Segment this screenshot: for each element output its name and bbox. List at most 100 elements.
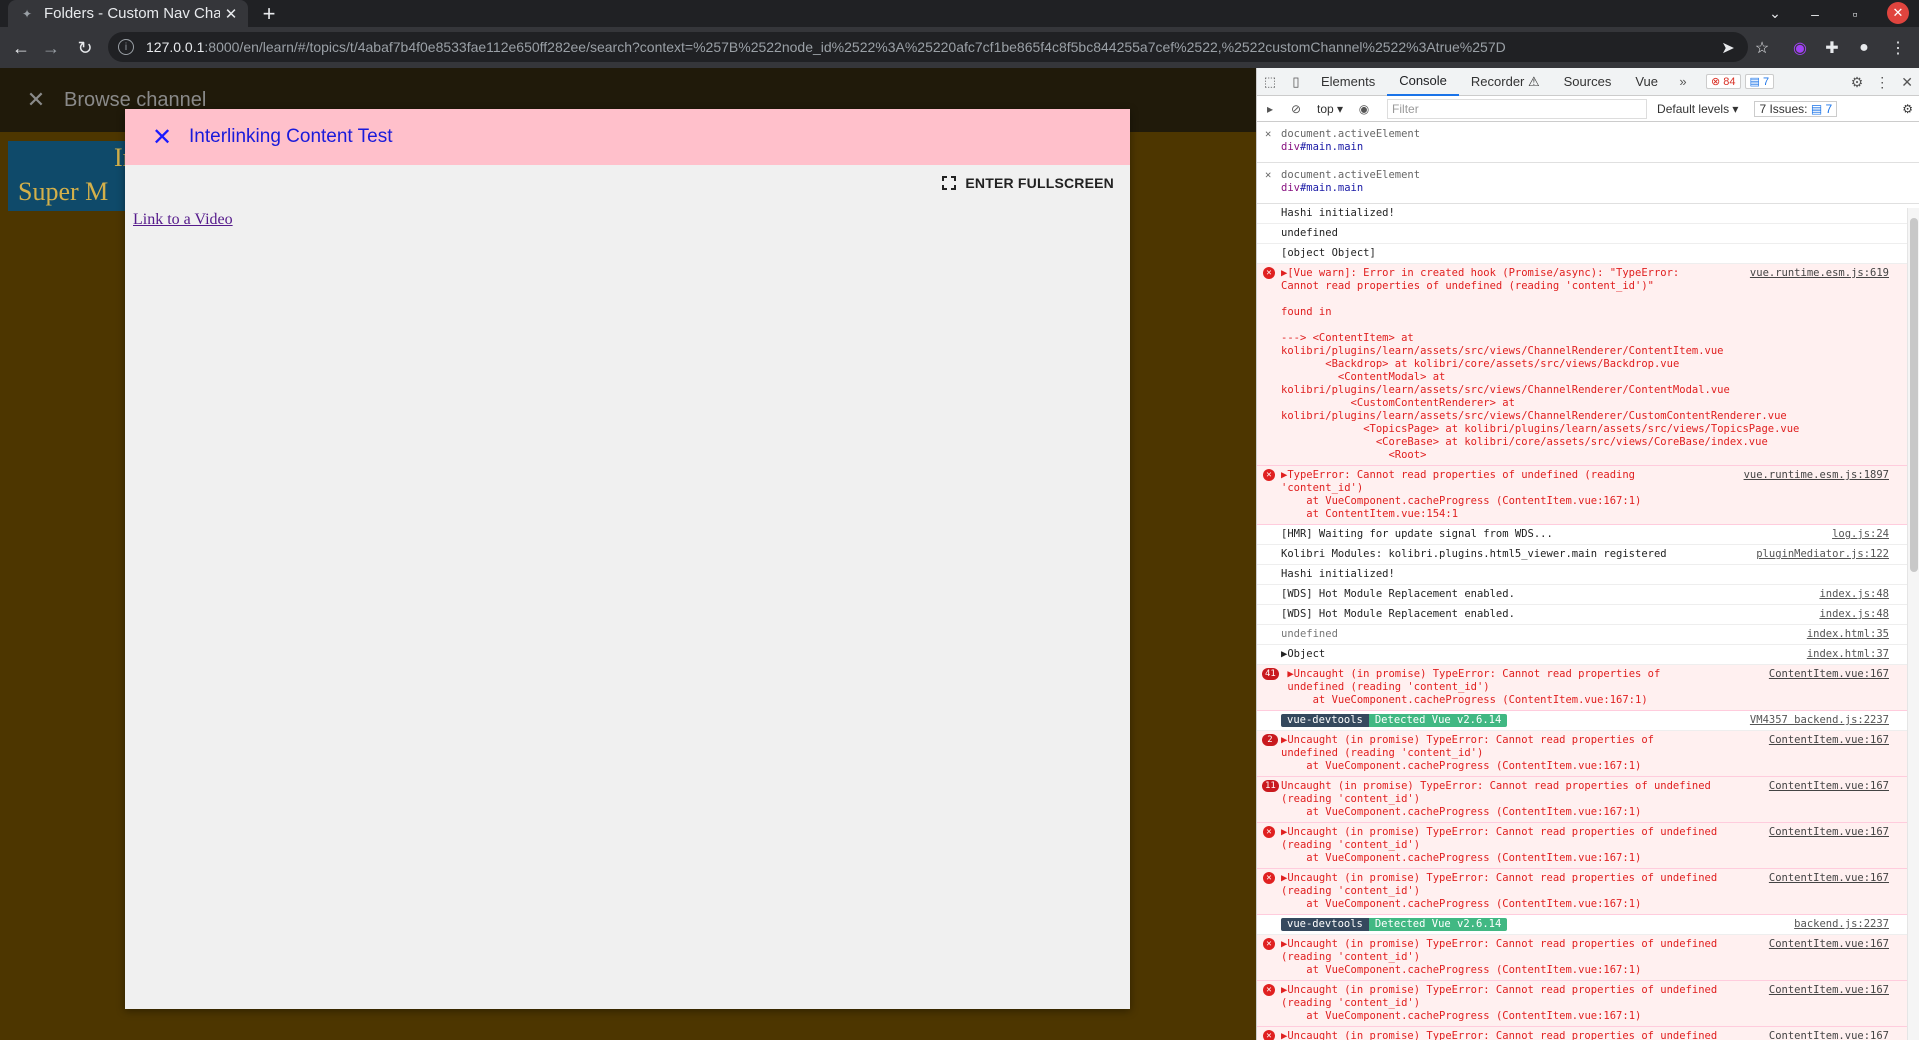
settings-gear-icon[interactable]: ⚙	[1851, 74, 1864, 91]
live-expression-result[interactable]: div#main.main	[1281, 141, 1911, 154]
content-modal: ✕ Interlinking Content Test ENTER FULLSC…	[125, 109, 1130, 1009]
console-settings-icon[interactable]: ⚙	[1902, 102, 1913, 116]
minimize-icon[interactable]: –	[1800, 0, 1830, 27]
console-message: undefined index.html:35	[1257, 625, 1919, 645]
message-text[interactable]: ▶Object	[1281, 648, 1325, 660]
source-link[interactable]: ContentItem.vue:167	[1768, 872, 1889, 885]
issue-count-badge[interactable]: ▤ 7	[1744, 74, 1775, 89]
send-icon[interactable]: ➤	[1716, 36, 1740, 60]
back-icon[interactable]: ←	[8, 35, 34, 61]
console-message: 41 ▶Uncaught (in promise) TypeError: Can…	[1257, 665, 1919, 711]
clear-console-icon[interactable]: ⊘	[1283, 102, 1309, 116]
source-link[interactable]: ContentItem.vue:167	[1768, 938, 1889, 951]
message-text[interactable]: ▶Uncaught (in promise) TypeError: Cannot…	[1281, 734, 1654, 772]
video-link[interactable]: Link to a Video	[133, 211, 233, 229]
message-text[interactable]: [WDS] Hot Module Replacement enabled.	[1281, 608, 1515, 620]
live-expression-result[interactable]: div#main.main	[1281, 182, 1911, 195]
live-expression-eye-icon[interactable]: ◉	[1351, 102, 1377, 116]
remove-expression-icon[interactable]: ✕	[1265, 169, 1271, 182]
forward-icon[interactable]: →	[38, 35, 64, 61]
fullscreen-label: ENTER FULLSCREEN	[965, 175, 1114, 191]
browser-menu-icon[interactable]: ⋮	[1886, 36, 1910, 60]
live-expression-text[interactable]: document.activeElement	[1281, 169, 1911, 182]
message-text[interactable]: ▶Uncaught (in promise) TypeError: Cannot…	[1281, 1030, 1717, 1040]
close-channel-icon[interactable]: ✕	[22, 87, 50, 113]
context-select[interactable]: top ▾	[1309, 102, 1351, 116]
tab-vue[interactable]: Vue	[1623, 68, 1670, 96]
maximize-icon[interactable]: ▫	[1840, 0, 1870, 27]
console-scrollbar[interactable]	[1907, 208, 1919, 1040]
source-link[interactable]: ContentItem.vue:167	[1768, 826, 1889, 839]
console-message: ✕ ▶Uncaught (in promise) TypeError: Canno…	[1257, 935, 1919, 981]
tab-sources[interactable]: Sources	[1552, 68, 1624, 96]
source-link[interactable]: index.js:48	[1819, 588, 1889, 601]
modal-close-icon[interactable]: ✕	[151, 123, 173, 152]
log-levels-select[interactable]: Default levels ▾	[1657, 102, 1738, 116]
source-link[interactable]: vue.runtime.esm.js:619	[1749, 267, 1889, 280]
message-text[interactable]: Kolibri Modules: kolibri.plugins.html5_v…	[1281, 548, 1667, 560]
error-count-badge[interactable]: ⊗ 84	[1706, 74, 1741, 89]
console-message: [WDS] Hot Module Replacement enabled. ind…	[1257, 585, 1919, 605]
source-link[interactable]: log.js:24	[1832, 528, 1889, 541]
reload-icon[interactable]: ↻	[72, 35, 98, 61]
bookmark-star-icon[interactable]: ☆	[1750, 36, 1774, 60]
devtools-close-icon[interactable]: ✕	[1901, 74, 1913, 91]
message-text[interactable]: [HMR] Waiting for update signal from WDS…	[1281, 528, 1553, 540]
browser-tab[interactable]: ✦ Folders - Custom Nav Cha ✕	[8, 0, 248, 27]
message-text[interactable]: ▶Uncaught (in promise) TypeError: Cannot…	[1281, 872, 1717, 910]
sidebar-toggle-icon[interactable]: ▸	[1257, 102, 1283, 116]
source-link[interactable]: ContentItem.vue:167	[1768, 780, 1889, 793]
message-text[interactable]: ▶Uncaught (in promise) TypeError: Cannot…	[1281, 984, 1717, 1022]
source-link[interactable]: index.js:48	[1819, 608, 1889, 621]
tab-recorder[interactable]: Recorder ⚠	[1459, 68, 1552, 96]
message-text[interactable]: undefined	[1281, 628, 1338, 640]
enter-fullscreen-button[interactable]: ENTER FULLSCREEN	[942, 175, 1114, 191]
tab-title: Folders - Custom Nav Cha	[44, 5, 220, 22]
new-tab-button[interactable]: +	[256, 0, 282, 27]
modal-header: ✕ Interlinking Content Test	[125, 109, 1130, 165]
site-info-icon[interactable]: i	[118, 39, 134, 55]
source-link[interactable]: pluginMediator.js:122	[1756, 548, 1889, 561]
remove-expression-icon[interactable]: ✕	[1265, 128, 1271, 141]
device-toggle-icon[interactable]: ▯	[1283, 74, 1309, 90]
address-bar[interactable]: i 127.0.0.1 :8000/en/learn/#/topics/t/4a…	[108, 32, 1748, 62]
live-expression-text[interactable]: document.activeElement	[1281, 128, 1911, 141]
extension-color-icon[interactable]: ◉	[1788, 36, 1812, 60]
scrollbar-thumb[interactable]	[1910, 218, 1918, 572]
devtools-menu-icon[interactable]: ⋮	[1875, 74, 1889, 91]
filter-input[interactable]: Filter	[1387, 98, 1648, 119]
tab-elements[interactable]: Elements	[1309, 68, 1387, 96]
source-link[interactable]: ContentItem.vue:167	[1768, 1030, 1889, 1040]
source-link[interactable]: ContentItem.vue:167	[1768, 984, 1889, 997]
message-text[interactable]: ▶Uncaught (in promise) TypeError: Cannot…	[1281, 938, 1717, 976]
tab-close-icon[interactable]: ✕	[220, 5, 242, 23]
source-link[interactable]: backend.js:2237	[1794, 918, 1889, 931]
message-text[interactable]: [WDS] Hot Module Replacement enabled.	[1281, 588, 1515, 600]
tab-search-icon[interactable]: ⌄	[1760, 0, 1790, 27]
extensions-puzzle-icon[interactable]: ✚	[1820, 36, 1844, 60]
source-link[interactable]: vue.runtime.esm.js:1897	[1743, 469, 1889, 482]
message-text[interactable]: Hashi initialized!	[1281, 207, 1395, 219]
source-link[interactable]: index.html:35	[1807, 628, 1889, 641]
profile-avatar-icon[interactable]: ●	[1852, 36, 1876, 60]
inspect-element-icon[interactable]: ⬚	[1257, 74, 1283, 90]
error-icon: ✕	[1263, 984, 1275, 996]
source-link[interactable]: ContentItem.vue:167	[1768, 668, 1889, 681]
message-text[interactable]: [object Object]	[1281, 247, 1376, 259]
tab-console[interactable]: Console	[1387, 68, 1459, 96]
message-text[interactable]: Uncaught (in promise) TypeError: Cannot …	[1281, 780, 1711, 818]
message-text[interactable]: ▶Uncaught (in promise) TypeError: Cannot…	[1281, 826, 1717, 864]
message-text[interactable]: ▶[Vue warn]: Error in created hook (Prom…	[1281, 267, 1799, 461]
message-text[interactable]: ▶Uncaught (in promise) TypeError: Cannot…	[1281, 668, 1660, 706]
source-link[interactable]: VM4357 backend.js:2237	[1750, 714, 1889, 727]
repeat-count-badge: 41	[1262, 668, 1279, 680]
message-text[interactable]: ▶TypeError: Cannot read properties of un…	[1281, 469, 1641, 520]
more-tabs-icon[interactable]: »	[1670, 74, 1696, 89]
message-text[interactable]: Hashi initialized!	[1281, 568, 1395, 580]
message-text[interactable]: undefined	[1281, 227, 1338, 239]
issues-button[interactable]: 7 Issues: ▤ 7	[1754, 100, 1838, 117]
source-link[interactable]: index.html:37	[1807, 648, 1889, 661]
window-close-icon[interactable]: ✕	[1887, 2, 1909, 24]
url-host: 127.0.0.1	[146, 39, 205, 55]
source-link[interactable]: ContentItem.vue:167	[1768, 734, 1889, 747]
